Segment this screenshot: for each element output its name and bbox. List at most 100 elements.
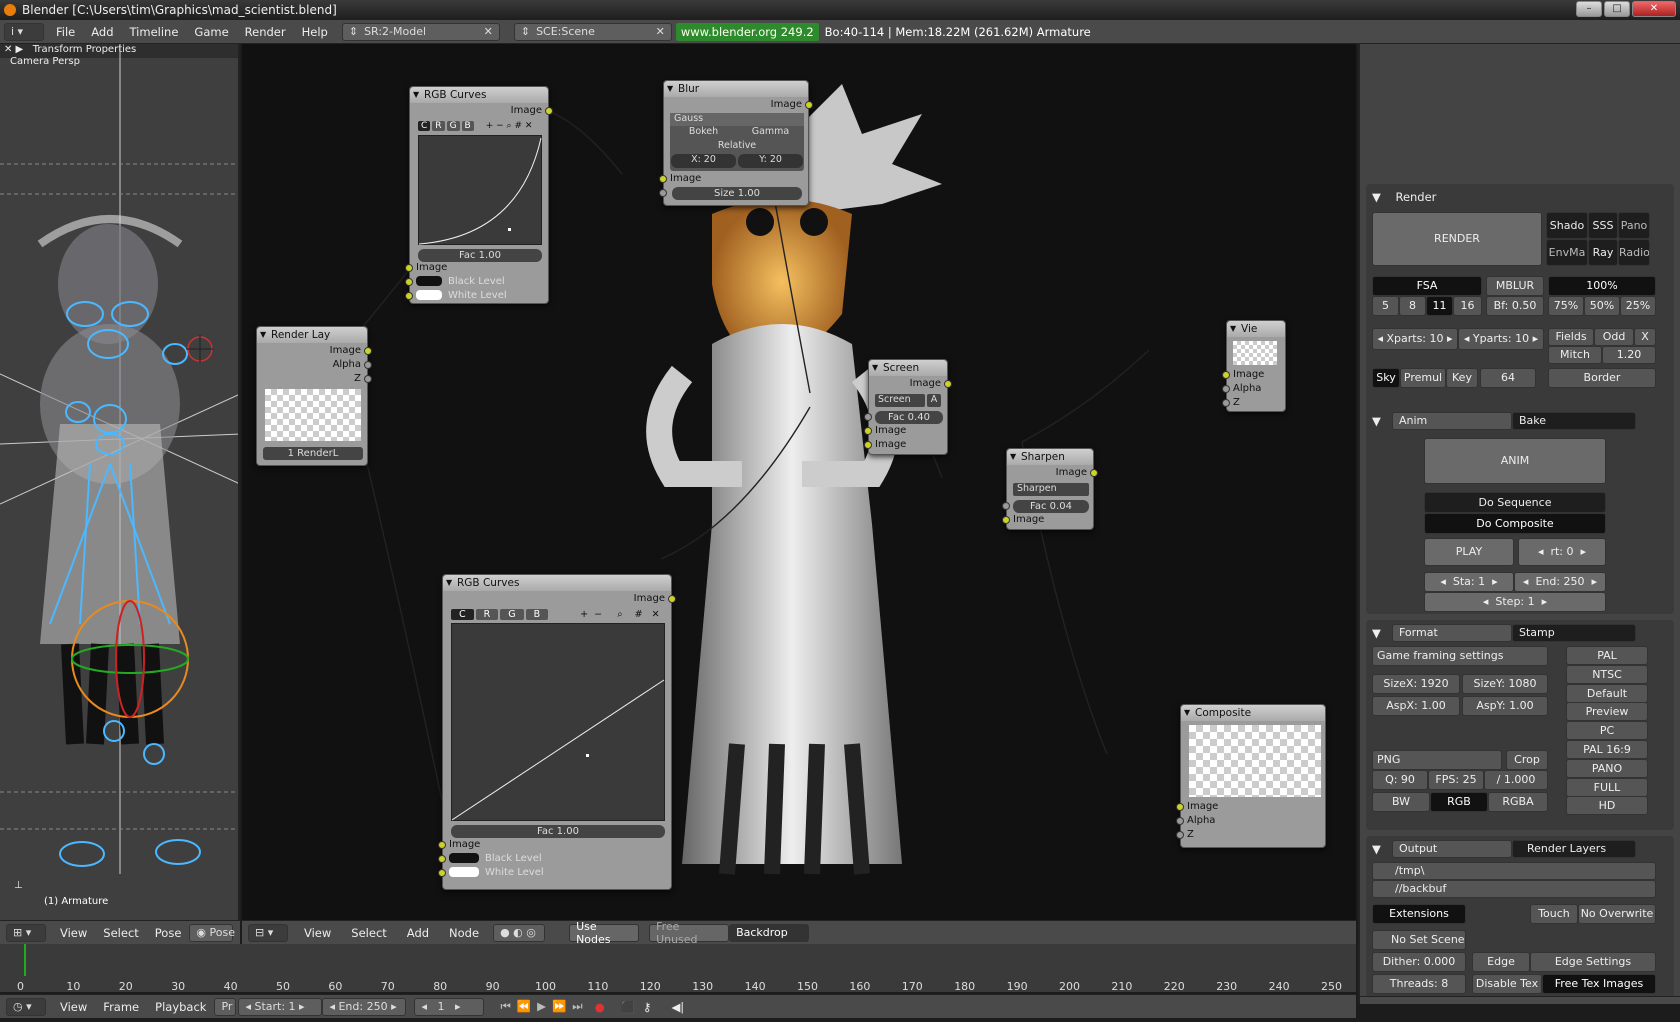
3d-viewport[interactable]: ✕ ▶ Transform Properties Camera Persp ⊥ … <box>0 44 240 920</box>
menu-select[interactable]: Select <box>95 926 146 940</box>
output-socket[interactable] <box>545 107 553 115</box>
node-title[interactable]: Render Lay <box>257 327 367 343</box>
format-preset-button[interactable]: NTSC <box>1566 664 1648 684</box>
blur-type-dropdown[interactable]: Gauss <box>670 113 804 126</box>
fsa-8[interactable]: 8 <box>1399 296 1426 316</box>
xparts-field[interactable]: ◂ Xparts: 10 ▸ <box>1372 328 1458 350</box>
fsa-5[interactable]: 5 <box>1372 296 1399 316</box>
current-frame-marker[interactable] <box>24 944 26 976</box>
disable-tex-toggle[interactable]: Disable Tex <box>1472 974 1542 994</box>
node-title[interactable]: Blur <box>664 81 808 97</box>
filter-size-field[interactable]: 1.20 <box>1602 346 1656 364</box>
backbuf-path-field[interactable]: //backbuf <box>1372 880 1656 898</box>
format-preset-button[interactable]: HD <box>1566 796 1648 816</box>
tab-format[interactable]: Format <box>1392 624 1512 642</box>
rgba-toggle[interactable]: RGBA <box>1488 792 1548 812</box>
timeline[interactable] <box>0 944 1356 992</box>
key-value-field[interactable]: 64 <box>1480 368 1536 388</box>
mblur-toggle[interactable]: MBLUR <box>1486 276 1544 296</box>
input-socket-size[interactable] <box>659 189 667 197</box>
node-type-icons[interactable]: ● ◐ ◎ <box>493 923 546 942</box>
preview-range-toggle[interactable]: Pr <box>214 997 237 1016</box>
maximize-button[interactable]: □ <box>1604 1 1630 17</box>
size-slider[interactable]: Size 1.00 <box>672 187 802 200</box>
node-title[interactable]: Vie <box>1227 321 1285 337</box>
size-25-button[interactable]: 25% <box>1620 296 1656 316</box>
screen-selector[interactable]: ⇕ SR:2-Model ✕ <box>341 22 500 41</box>
input-socket-fac[interactable] <box>1002 502 1010 510</box>
white-level-swatch[interactable] <box>416 290 442 300</box>
menu-view[interactable]: View <box>294 926 341 940</box>
tab-bake[interactable]: Bake <box>1512 412 1636 430</box>
fac-slider[interactable]: Fac 0.04 <box>1013 500 1089 513</box>
node-rgb-curves-1[interactable]: RGB Curves Image C R G B + − ⌕ # ✕ Fac 1… <box>405 86 553 304</box>
menu-add[interactable]: Add <box>83 25 121 39</box>
aspx-field[interactable]: AspX: 1.00 <box>1372 696 1460 716</box>
white-level-swatch[interactable] <box>449 867 479 877</box>
input-socket-image[interactable] <box>659 175 667 183</box>
output-socket-z[interactable] <box>364 375 372 383</box>
filter-dropdown[interactable]: Mitch <box>1548 346 1602 364</box>
output-path-field[interactable]: /tmp\ <box>1372 862 1656 880</box>
tab-c[interactable]: C <box>451 609 474 620</box>
backdrop-toggle[interactable]: Backdrop <box>729 923 810 942</box>
sizex-field[interactable]: SizeX: 1920 <box>1372 674 1460 694</box>
border-toggle[interactable]: Border <box>1548 368 1656 388</box>
do-composite-toggle[interactable]: Do Composite <box>1424 513 1606 534</box>
render-button[interactable]: RENDER <box>1372 212 1542 266</box>
record-icon[interactable]: ● <box>595 1000 605 1014</box>
key-toggle[interactable]: Key <box>1446 368 1478 388</box>
fps-field[interactable]: FPS: 25 <box>1428 770 1484 790</box>
alpha-toggle[interactable]: A <box>927 394 941 407</box>
blend-mode-dropdown[interactable]: Screen <box>875 394 925 407</box>
fsa-16[interactable]: 16 <box>1453 296 1482 316</box>
output-socket[interactable] <box>668 595 676 603</box>
menu-help[interactable]: Help <box>294 25 336 39</box>
x-toggle[interactable]: X <box>1634 328 1656 346</box>
input-socket-white[interactable] <box>438 869 446 877</box>
odd-toggle[interactable]: Odd <box>1594 328 1634 346</box>
input-socket-image[interactable] <box>438 841 446 849</box>
touch-toggle[interactable]: Touch <box>1530 904 1578 924</box>
node-render-layers[interactable]: Render Lay Image Alpha Z 1 RenderL <box>256 326 372 466</box>
node-viewer[interactable]: Vie Image Alpha Z <box>1222 320 1286 412</box>
minimize-button[interactable]: – <box>1576 1 1602 17</box>
format-preset-button[interactable]: PC <box>1566 721 1648 741</box>
input-socket-fac[interactable] <box>864 413 872 421</box>
end-frame-field[interactable]: ◂ End: 250 ▸ <box>322 997 407 1016</box>
keyframe-icon[interactable]: ⬛ <box>621 1000 635 1014</box>
blur-x-field[interactable]: X: 20 <box>671 154 736 168</box>
format-preset-button[interactable]: PAL 16:9 <box>1566 740 1648 759</box>
editor-type-icon[interactable]: ⊞ ▾ <box>6 923 46 942</box>
input-socket-z[interactable] <box>1222 399 1230 407</box>
radio-toggle[interactable]: Radio <box>1618 239 1650 266</box>
output-socket[interactable] <box>944 380 952 388</box>
input-socket-black[interactable] <box>438 855 446 863</box>
tab-g[interactable]: G <box>500 609 524 620</box>
curve-editor[interactable] <box>418 135 542 245</box>
render-layer-selector[interactable]: 1 RenderL <box>263 447 363 460</box>
extensions-toggle[interactable]: Extensions <box>1372 904 1466 924</box>
pano-toggle[interactable]: Pano <box>1618 212 1650 239</box>
editor-type-icon[interactable]: ⊟ ▾ <box>248 923 288 942</box>
format-preset-button[interactable]: PANO <box>1566 758 1648 778</box>
menu-game[interactable]: Game <box>186 25 236 39</box>
edge-settings-button[interactable]: Edge Settings <box>1530 952 1656 972</box>
start-frame-field[interactable]: ◂ Start: 1 ▸ <box>238 997 323 1016</box>
output-panel-toggle-icon[interactable]: ▼ <box>1372 840 1381 858</box>
node-title[interactable]: Sharpen <box>1007 449 1093 465</box>
premul-toggle[interactable]: Premul <box>1400 368 1446 388</box>
black-level-swatch[interactable] <box>449 853 479 863</box>
tab-g[interactable]: G <box>446 121 460 131</box>
menu-view[interactable]: View <box>52 1000 95 1014</box>
bw-toggle[interactable]: BW <box>1372 792 1430 812</box>
output-socket[interactable] <box>1090 469 1098 477</box>
sizey-field[interactable]: SizeY: 1080 <box>1462 674 1548 694</box>
shadow-toggle[interactable]: Shado <box>1546 212 1588 239</box>
blur-y-field[interactable]: Y: 20 <box>738 154 803 168</box>
tab-anim[interactable]: Anim <box>1392 412 1512 430</box>
yparts-field[interactable]: ◂ Yparts: 10 ▸ <box>1458 328 1544 350</box>
curve-editor[interactable] <box>451 623 665 821</box>
tab-r[interactable]: R <box>475 609 499 620</box>
filter-type-dropdown[interactable]: Sharpen <box>1013 483 1089 496</box>
